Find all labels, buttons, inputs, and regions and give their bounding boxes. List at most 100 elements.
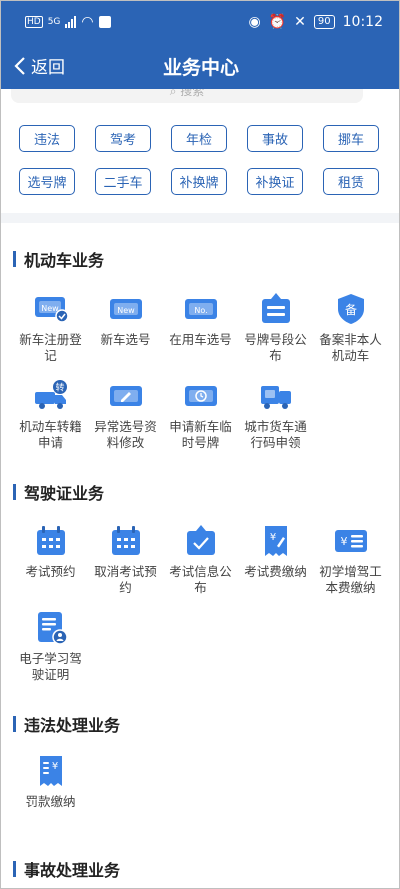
- service-label: 取消考试预约: [94, 564, 157, 595]
- app-screen: HD 5G ◠ ◉ ⏰ ✕ 90 10:12 返回 业务中心 ⌕ 搜索 违法 驾…: [0, 0, 400, 889]
- section-title-vehicle: 机动车业务: [13, 247, 104, 271]
- truck-transfer-icon: 转: [34, 380, 67, 409]
- service-label: 号牌号段公布: [244, 332, 307, 363]
- service-license-fee[interactable]: ¥ 初学增驾工本费缴纳: [313, 523, 388, 596]
- fine-receipt-icon: ¥: [39, 756, 62, 786]
- no-plate-icon: No.: [184, 299, 217, 319]
- edit-card-icon: [109, 386, 142, 406]
- service-new-car-registration[interactable]: New 新车注册登记: [13, 291, 88, 364]
- service-label: 异常选号资料修改: [94, 419, 157, 450]
- service-label: 电子学习驾驶证明: [19, 651, 82, 682]
- search-input[interactable]: ⌕ 搜索: [11, 89, 363, 103]
- svg-text:No.: No.: [194, 306, 207, 315]
- service-label: 新车注册登记: [19, 332, 82, 363]
- svg-text:New: New: [117, 306, 135, 315]
- exam-notice-icon: [186, 525, 215, 555]
- service-temporary-plate[interactable]: 申请新车临时号牌: [163, 378, 238, 451]
- service-study-certificate[interactable]: 电子学习驾驶证明: [13, 610, 88, 683]
- calendar-cancel-icon: [111, 526, 140, 555]
- study-certificate-icon: [37, 612, 68, 645]
- section-marker: [13, 484, 16, 500]
- service-label: 机动车转籍申请: [19, 419, 82, 450]
- tag-replace-plate[interactable]: 补换牌: [171, 168, 227, 195]
- hd-indicator: HD: [25, 16, 43, 28]
- svg-text:¥: ¥: [51, 761, 57, 772]
- service-label: 考试费缴纳: [244, 564, 307, 579]
- search-placeholder: 搜索: [180, 89, 205, 98]
- fee-receipt-icon: ¥: [264, 526, 287, 556]
- svg-text:转: 转: [55, 382, 64, 394]
- tag-annual-inspection[interactable]: 年检: [171, 125, 227, 152]
- tag-accident[interactable]: 事故: [247, 125, 303, 152]
- tag-used-car[interactable]: 二手车: [95, 168, 151, 195]
- section-divider: [1, 213, 399, 223]
- section-title-violation: 违法处理业务: [13, 712, 120, 736]
- service-label: 申请新车临时号牌: [169, 419, 232, 450]
- svg-text:New: New: [41, 304, 59, 313]
- service-vehicle-transfer[interactable]: 转 机动车转籍申请: [13, 378, 88, 451]
- clock: 10:12: [342, 14, 383, 30]
- top-bar: HD 5G ◠ ◉ ⏰ ✕ 90 10:12 返回 业务中心: [1, 1, 399, 89]
- service-exam-fee[interactable]: ¥ 考试费缴纳: [238, 523, 313, 596]
- service-new-car-plate[interactable]: New 新车选号: [88, 291, 163, 364]
- section-title-accident: 事故处理业务: [13, 857, 120, 881]
- service-exam-booking[interactable]: 考试预约: [13, 523, 88, 596]
- status-bar: HD 5G ◠ ◉ ⏰ ✕ 90 10:12: [1, 1, 399, 45]
- new-plate-check-icon: New: [34, 297, 69, 323]
- signal-icon: [65, 16, 77, 28]
- service-label: 备案非本人机动车: [319, 332, 382, 363]
- wifi-icon: ◠: [81, 14, 94, 30]
- service-label: 新车选号: [100, 332, 151, 347]
- quick-tags: 违法 驾考 年检 事故 挪车 选号牌 二手车 补换牌 补换证 租赁: [19, 125, 385, 195]
- section-title-text: 违法处理业务: [24, 716, 121, 735]
- notice-board-icon: [261, 293, 290, 323]
- service-exam-notice[interactable]: 考试信息公布: [163, 523, 238, 596]
- svg-text:¥: ¥: [269, 532, 275, 543]
- tag-move-car[interactable]: 挪车: [323, 125, 379, 152]
- service-used-car-plate[interactable]: No. 在用车选号: [163, 291, 238, 364]
- section-title-text: 事故处理业务: [24, 861, 121, 880]
- service-truck-pass[interactable]: 城市货车通行码申领: [238, 378, 313, 451]
- service-cancel-exam[interactable]: 取消考试预约: [88, 523, 163, 596]
- service-label: 初学增驾工本费缴纳: [319, 564, 382, 595]
- service-label: 城市货车通行码申领: [244, 419, 307, 450]
- tag-rental[interactable]: 租赁: [323, 168, 379, 195]
- service-label: 考试信息公布: [169, 564, 232, 595]
- calendar-icon: [36, 526, 65, 555]
- new-plate-icon: New: [109, 299, 142, 319]
- section-marker: [13, 861, 16, 877]
- section-title-text: 驾驶证业务: [24, 484, 105, 503]
- vehicle-services: New 新车注册登记 New 新车选号 No. 在用车选号 号牌号段公布 备 备…: [13, 291, 389, 451]
- eye-icon: ◉: [248, 14, 261, 30]
- nfc-icon: [98, 16, 111, 28]
- service-record-vehicle[interactable]: 备 备案非本人机动车: [313, 291, 388, 364]
- battery-icon: 90: [313, 15, 335, 29]
- clock-plate-icon: [184, 386, 217, 406]
- service-plate-info-edit[interactable]: 异常选号资料修改: [88, 378, 163, 451]
- section-title-license: 驾驶证业务: [13, 480, 104, 504]
- service-plate-range[interactable]: 号牌号段公布: [238, 291, 313, 364]
- tag-replace-license[interactable]: 补换证: [247, 168, 303, 195]
- svg-text:备: 备: [344, 303, 356, 317]
- section-marker: [13, 251, 16, 267]
- tag-driving-test[interactable]: 驾考: [95, 125, 151, 152]
- svg-text:¥: ¥: [340, 535, 347, 548]
- record-shield-icon: 备: [337, 294, 364, 324]
- service-label: 考试预约: [25, 564, 76, 579]
- violation-services: ¥ 罚款缴纳: [13, 753, 389, 810]
- alarm-icon: ⏰: [268, 14, 287, 30]
- fee-card-icon: ¥: [334, 530, 367, 552]
- search-icon: ⌕: [169, 89, 181, 98]
- tag-choose-plate[interactable]: 选号牌: [19, 168, 75, 195]
- service-label: 在用车选号: [169, 332, 232, 347]
- section-marker: [13, 716, 16, 732]
- network-indicator: 5G: [47, 17, 61, 27]
- mute-icon: ✕: [294, 14, 306, 30]
- truck-pass-icon: [260, 386, 291, 409]
- tag-violation[interactable]: 违法: [19, 125, 75, 152]
- license-services: 考试预约 取消考试预约 考试信息公布 ¥ 考试费缴纳 ¥ 初学增驾工本费缴纳 电…: [13, 523, 389, 683]
- page-title: 业务中心: [162, 57, 239, 79]
- service-label: 罚款缴纳: [25, 794, 76, 809]
- service-fine-payment[interactable]: ¥ 罚款缴纳: [13, 753, 88, 810]
- nav-bar: 返回 业务中心: [1, 47, 399, 87]
